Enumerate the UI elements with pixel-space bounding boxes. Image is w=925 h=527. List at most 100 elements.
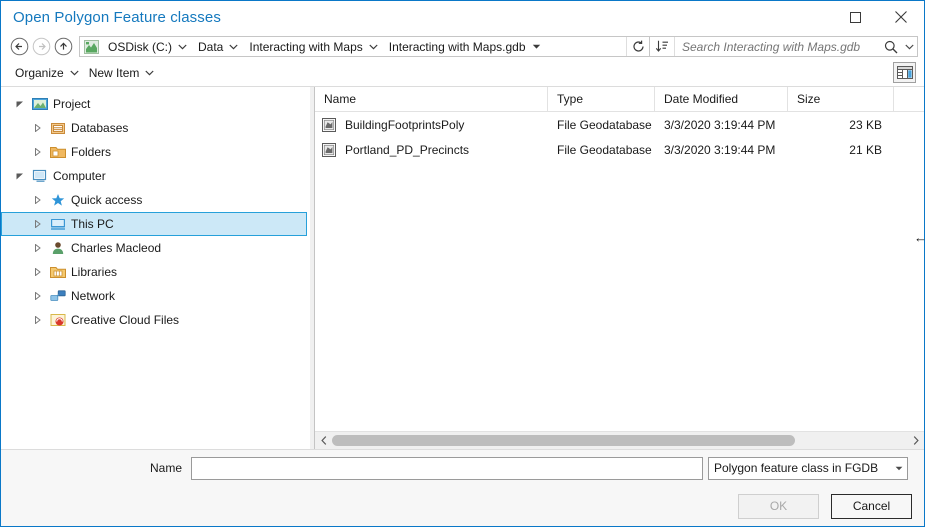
column-header-type[interactable]: Type xyxy=(548,87,655,111)
organize-label: Organize xyxy=(15,66,64,80)
breadcrumb-label: OSDisk (C:) xyxy=(106,40,174,54)
chevron-down-icon xyxy=(145,70,154,76)
tree-item-this-pc[interactable]: This PC xyxy=(1,212,307,236)
sort-button[interactable] xyxy=(650,37,675,56)
view-layout-icon xyxy=(897,66,913,79)
tree-item-project[interactable]: Project xyxy=(1,92,309,116)
file-name-label: BuildingFootprintsPoly xyxy=(342,118,464,132)
chevron-down-icon[interactable] xyxy=(225,37,242,56)
search-input[interactable] xyxy=(675,40,880,54)
refresh-button[interactable] xyxy=(626,37,649,56)
expander-collapsed-icon[interactable] xyxy=(29,316,47,324)
cancel-button[interactable]: Cancel xyxy=(831,494,912,519)
chevron-down-icon[interactable] xyxy=(890,466,907,471)
expander-collapsed-icon[interactable] xyxy=(29,220,47,228)
new-item-label: New Item xyxy=(89,66,140,80)
libraries-icon xyxy=(47,265,69,279)
title-bar: Open Polygon Feature classes xyxy=(1,1,924,33)
window-controls xyxy=(832,1,924,33)
tree-item-label: Project xyxy=(51,97,90,111)
chevron-down-icon xyxy=(70,70,79,76)
expander-expanded-icon[interactable] xyxy=(11,100,29,108)
user-icon xyxy=(47,241,69,255)
tree-item-label: Network xyxy=(69,289,115,303)
tree-item-folders[interactable]: Folders xyxy=(1,140,309,164)
chevron-down-icon[interactable] xyxy=(174,37,191,56)
tree-item-network[interactable]: Network xyxy=(1,284,309,308)
dialog-footer: Name Polygon feature class in FGDB OK Ca… xyxy=(1,449,924,526)
tree-item-label: Computer xyxy=(51,169,106,183)
tree-item-label: Libraries xyxy=(69,265,117,279)
expander-collapsed-icon[interactable] xyxy=(29,292,47,300)
name-label: Name xyxy=(1,461,191,475)
file-date-cell: 3/3/2020 3:19:44 PM xyxy=(655,118,788,132)
expander-collapsed-icon[interactable] xyxy=(29,268,47,276)
maximize-button[interactable] xyxy=(832,1,878,33)
navigation-tree: Project Databases xyxy=(1,87,309,449)
breadcrumb-label: Interacting with Maps xyxy=(247,40,364,54)
forward-button[interactable] xyxy=(31,36,52,57)
tree-item-quick-access[interactable]: Quick access xyxy=(1,188,309,212)
new-item-menu[interactable]: New Item xyxy=(84,62,160,84)
expander-collapsed-icon[interactable] xyxy=(29,196,47,204)
tree-item-creative-cloud-files[interactable]: Creative Cloud Files xyxy=(1,308,309,332)
tree-item-computer[interactable]: Computer xyxy=(1,164,309,188)
tree-item-libraries[interactable]: Libraries xyxy=(1,260,309,284)
chevron-down-icon xyxy=(905,44,914,50)
command-bar: Organize New Item xyxy=(1,60,924,86)
address-bar[interactable]: OSDisk (C:) Data Interacting with Maps I… xyxy=(79,36,650,57)
network-icon xyxy=(47,289,69,303)
expander-expanded-icon[interactable] xyxy=(11,172,29,180)
open-feature-class-dialog: Open Polygon Feature classes xyxy=(0,0,925,527)
folder-icon xyxy=(47,145,69,159)
scroll-right-button[interactable] xyxy=(907,432,924,449)
chevron-down-icon[interactable] xyxy=(365,37,382,56)
file-type-select[interactable]: Polygon feature class in FGDB xyxy=(708,457,908,480)
file-type-cell: File Geodatabase F xyxy=(548,118,655,132)
search-button[interactable] xyxy=(880,40,902,54)
breadcrumb-label: Data xyxy=(196,40,225,54)
sort-icon xyxy=(655,40,669,53)
project-icon xyxy=(29,97,51,111)
name-input[interactable] xyxy=(191,457,703,480)
breadcrumb-item-0[interactable]: OSDisk (C:) xyxy=(102,37,192,56)
computer-icon xyxy=(29,169,51,183)
monitor-icon xyxy=(47,217,69,231)
database-icon xyxy=(47,121,69,135)
dialog-buttons: OK Cancel xyxy=(1,486,924,526)
organize-menu[interactable]: Organize xyxy=(10,62,84,84)
tree-item-charles-macleod[interactable]: Charles Macleod xyxy=(1,236,309,260)
back-button[interactable] xyxy=(9,36,30,57)
breadcrumb-item-3[interactable]: Interacting with Maps.gdb xyxy=(383,37,546,56)
file-list-rows: BuildingFootprintsPoly File Geodatabase … xyxy=(315,112,924,431)
star-icon xyxy=(47,193,69,207)
file-name-cell: BuildingFootprintsPoly xyxy=(315,118,548,132)
column-header-name[interactable]: Name xyxy=(315,87,548,111)
table-row[interactable]: BuildingFootprintsPoly File Geodatabase … xyxy=(315,112,924,137)
up-button[interactable] xyxy=(53,36,74,57)
expander-collapsed-icon[interactable] xyxy=(29,244,47,252)
maximize-icon xyxy=(850,12,861,23)
horizontal-scrollbar[interactable] xyxy=(315,431,924,449)
scrollbar-thumb[interactable] xyxy=(332,435,795,446)
tree-item-databases[interactable]: Databases xyxy=(1,116,309,140)
expander-collapsed-icon[interactable] xyxy=(29,124,47,132)
scroll-left-button[interactable] xyxy=(315,432,332,449)
table-row[interactable]: Portland_PD_Precincts File Geodatabase F… xyxy=(315,137,924,162)
search-box[interactable] xyxy=(650,36,918,57)
close-button[interactable] xyxy=(878,1,924,33)
search-options-button[interactable] xyxy=(902,44,917,50)
ok-button[interactable]: OK xyxy=(738,494,819,519)
chevron-down-icon[interactable] xyxy=(528,37,545,56)
chevron-right-icon xyxy=(913,436,919,445)
breadcrumb-item-1[interactable]: Data xyxy=(192,37,243,56)
tree-item-label: Charles Macleod xyxy=(69,241,161,255)
column-header-spacer xyxy=(894,87,924,111)
column-header-date-modified[interactable]: Date Modified xyxy=(655,87,788,111)
breadcrumb-item-2[interactable]: Interacting with Maps xyxy=(243,37,382,56)
file-type-cell: File Geodatabase F xyxy=(548,143,655,157)
column-header-size[interactable]: Size xyxy=(788,87,894,111)
scrollbar-track[interactable] xyxy=(332,432,907,449)
expander-collapsed-icon[interactable] xyxy=(29,148,47,156)
view-layout-button[interactable] xyxy=(893,62,916,83)
